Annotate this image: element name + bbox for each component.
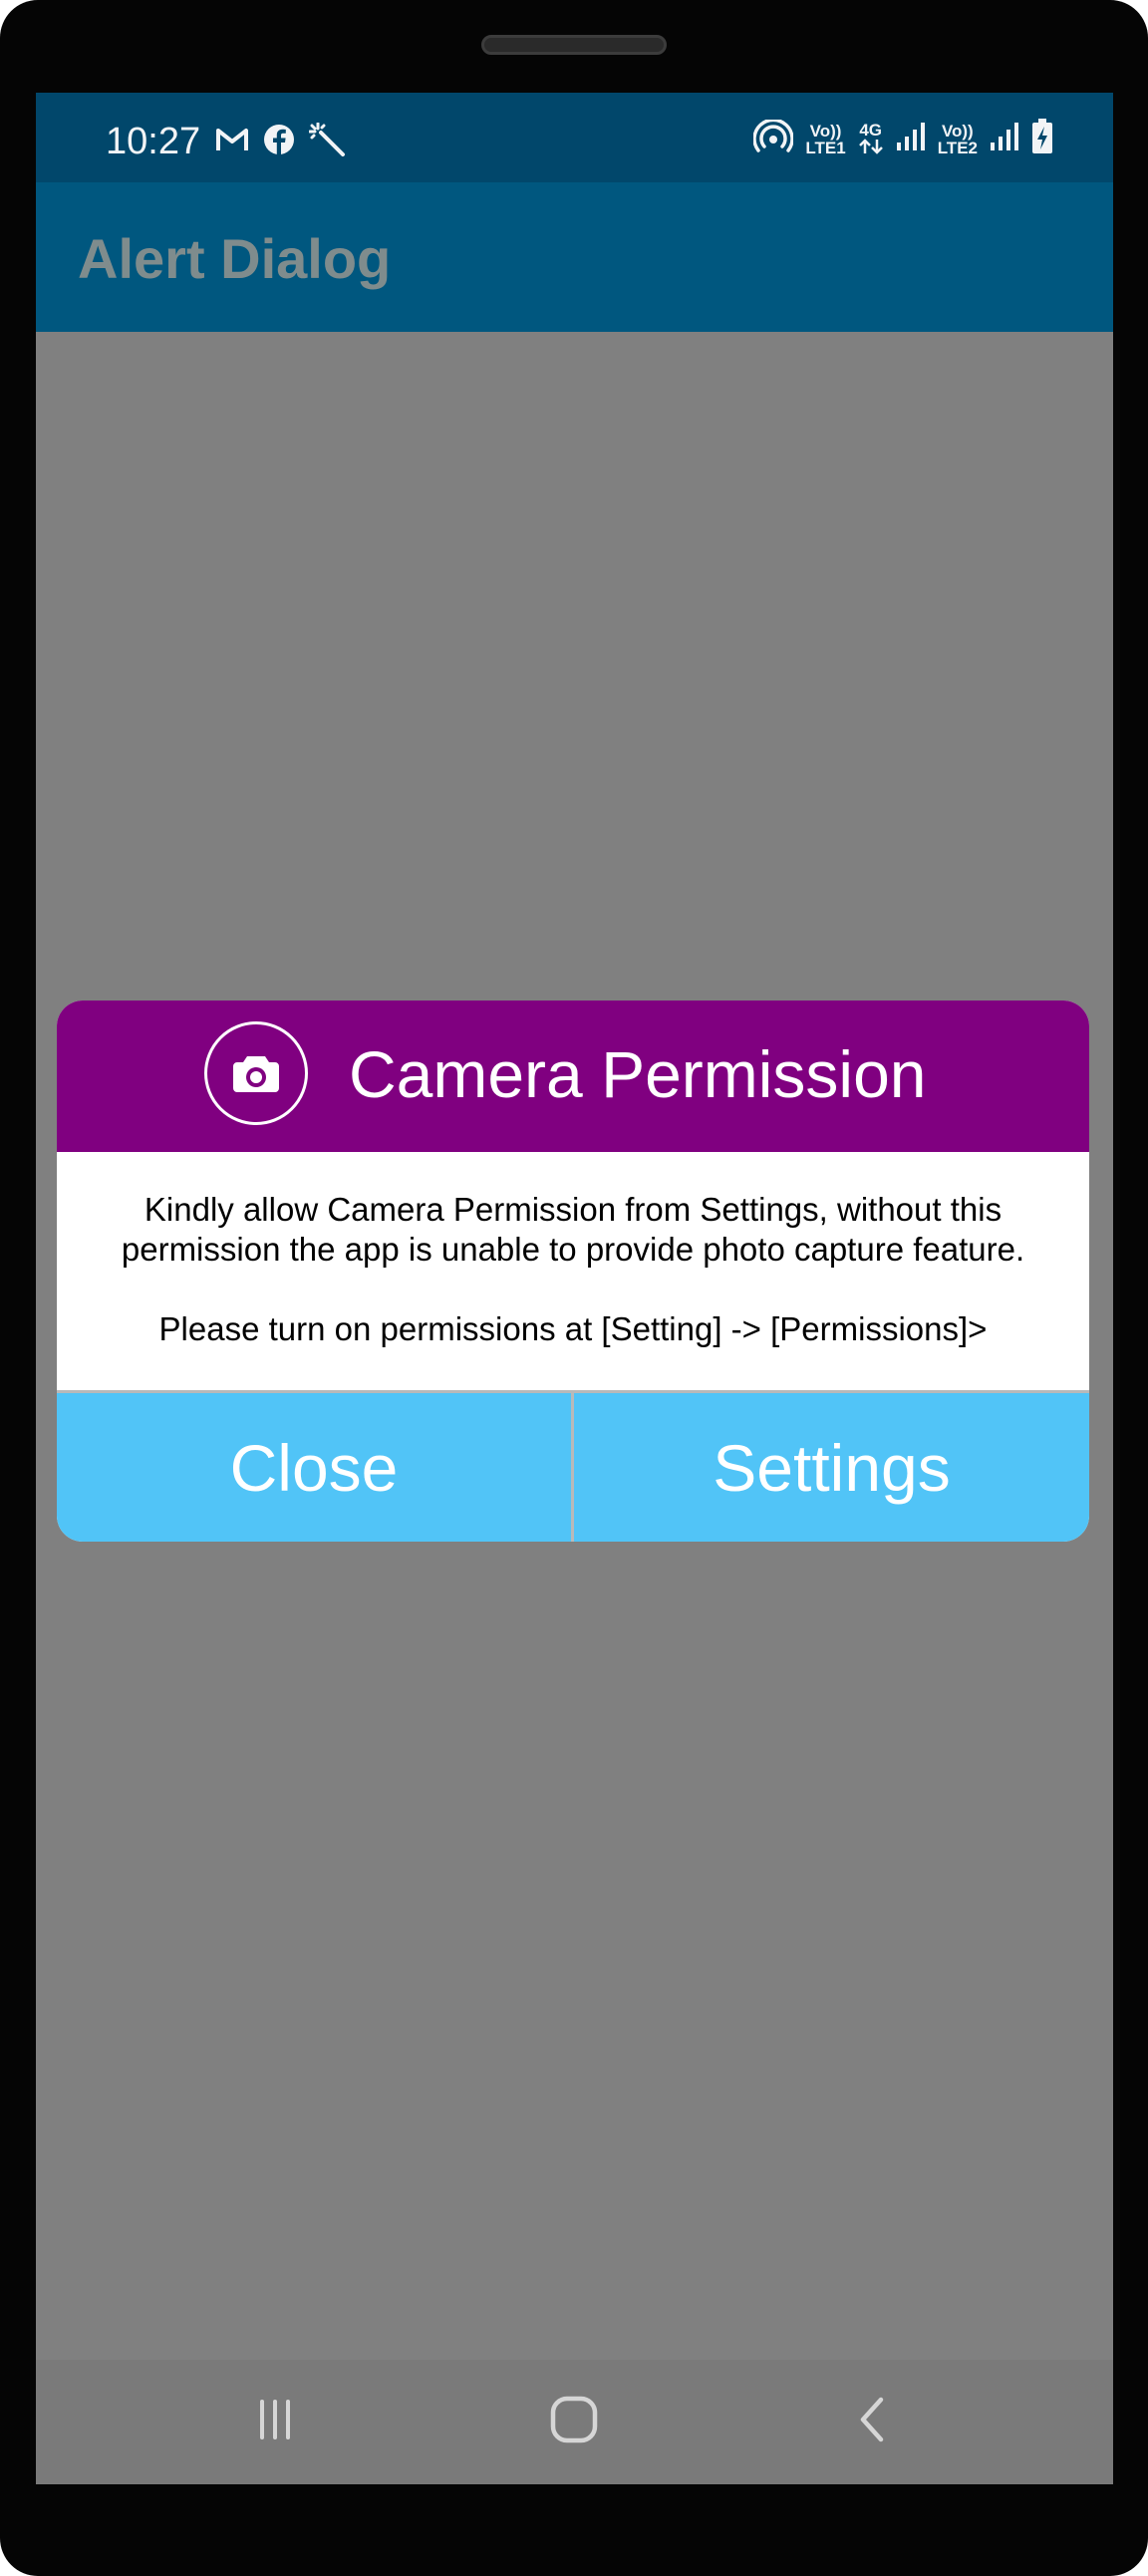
dialog-header: Camera Permission (57, 1001, 1089, 1152)
status-time: 10:27 (106, 121, 201, 162)
navigation-bar (36, 2360, 1113, 2484)
hotspot-icon (752, 118, 795, 158)
camera-permission-dialog: Camera Permission Kindly allow Camera Pe… (57, 1001, 1089, 1542)
close-button[interactable]: Close (57, 1393, 571, 1542)
status-bar: 10:27 Vo)) LTE1 4G Vo)) LTE2 (36, 93, 1113, 182)
data-type-label: 4G (859, 120, 883, 140)
home-icon[interactable] (544, 2390, 604, 2454)
sim2-lte-label: LTE2 (937, 138, 978, 157)
facebook-icon (263, 124, 295, 160)
battery-charging-icon (1031, 119, 1053, 159)
screen: 10:27 Vo)) LTE1 4G Vo)) LTE2 Alert Dialo… (36, 93, 1113, 2484)
dialog-body: Kindly allow Camera Permission from Sett… (57, 1152, 1089, 1389)
system-status-icons: Vo)) LTE1 4G Vo)) LTE2 (752, 118, 1053, 159)
sim1-lte-label: LTE1 (805, 138, 846, 157)
volte-lte2-icon: Vo)) LTE2 (938, 123, 978, 156)
app-title: Alert Dialog (78, 227, 392, 290)
earpiece-speaker (481, 35, 667, 55)
4g-data-icon: 4G (858, 122, 884, 157)
signal-icon (990, 122, 1019, 156)
data-arrows-icon (858, 138, 883, 154)
dialog-hint: Please turn on permissions at [Setting] … (158, 1310, 988, 1347)
settings-button[interactable]: Settings (574, 1393, 1089, 1542)
notification-icons (215, 122, 347, 161)
back-icon[interactable] (843, 2390, 903, 2454)
dialog-title: Camera Permission (349, 1037, 927, 1111)
camera-icon (204, 1021, 308, 1125)
sim2-volte-label: Vo)) (941, 121, 974, 141)
recent-apps-icon[interactable] (245, 2390, 305, 2454)
signal-icon (896, 122, 926, 156)
magic-wand-icon (308, 122, 347, 161)
gmail-icon (215, 126, 249, 158)
app-bar: Alert Dialog (36, 182, 1113, 332)
phone-frame: 10:27 Vo)) LTE1 4G Vo)) LTE2 Alert Dialo… (0, 0, 1148, 2576)
dialog-button-bar: Close Settings (57, 1390, 1089, 1542)
volte-lte1-icon: Vo)) LTE1 (805, 123, 845, 156)
sim1-volte-label: Vo)) (809, 121, 842, 141)
dialog-message: Kindly allow Camera Permission from Sett… (121, 1191, 1025, 1268)
